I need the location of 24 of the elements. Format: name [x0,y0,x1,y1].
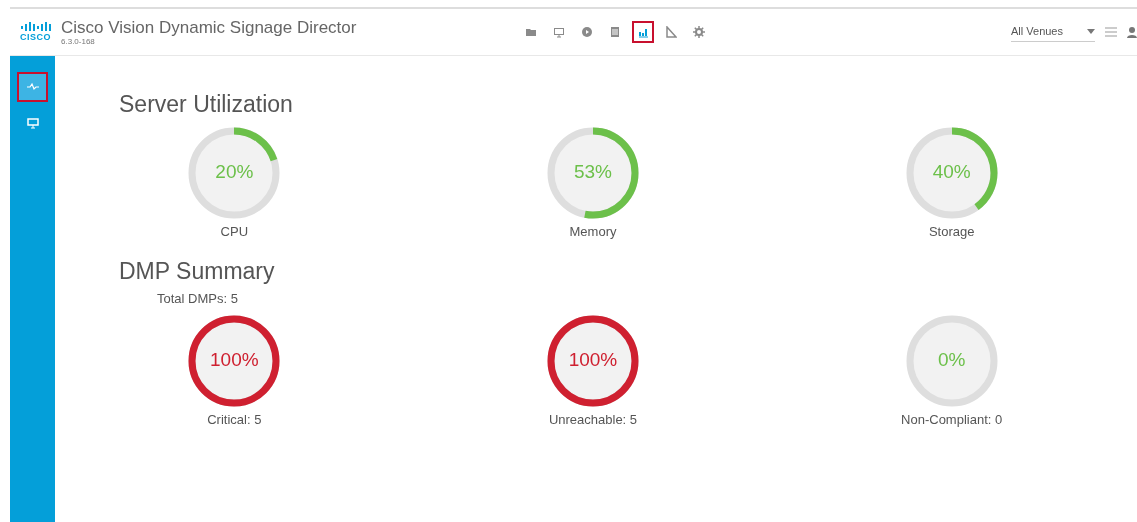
gauge-label: Unreachable: 5 [548,412,638,427]
gauge-value: 0% [936,349,967,371]
gauge-label: Storage [928,224,975,239]
gauge-value: 100% [209,349,260,371]
gauge-value: 40% [931,161,972,183]
chart-icon[interactable] [632,21,654,43]
gauge-label: Memory [569,224,617,239]
gauge-label: Non-Compliant: 0 [901,412,1003,427]
gauge-label: CPU [220,224,249,239]
pulse-icon[interactable] [17,72,48,102]
total-text: Total DMPs: 5 [157,291,239,306]
logo-text: CISCO [20,32,51,42]
user-icon[interactable] [1127,26,1137,38]
caret-icon [1087,28,1095,34]
section-title: DMP Summary [119,257,276,285]
app-title: Cisco Vision Dynamic Signage Director [61,18,357,37]
section-title: Server Utilization [119,90,294,118]
gauge-value: 100% [567,349,619,371]
version-text: 6.3.0-168 [61,37,96,46]
gauge-label: Critical: 5 [207,412,262,427]
gauge-value: 53% [572,161,613,183]
logo-bars-icon [20,22,51,31]
venue-select[interactable]: All Venues [1011,22,1095,42]
gauge-value: 20% [214,161,255,183]
